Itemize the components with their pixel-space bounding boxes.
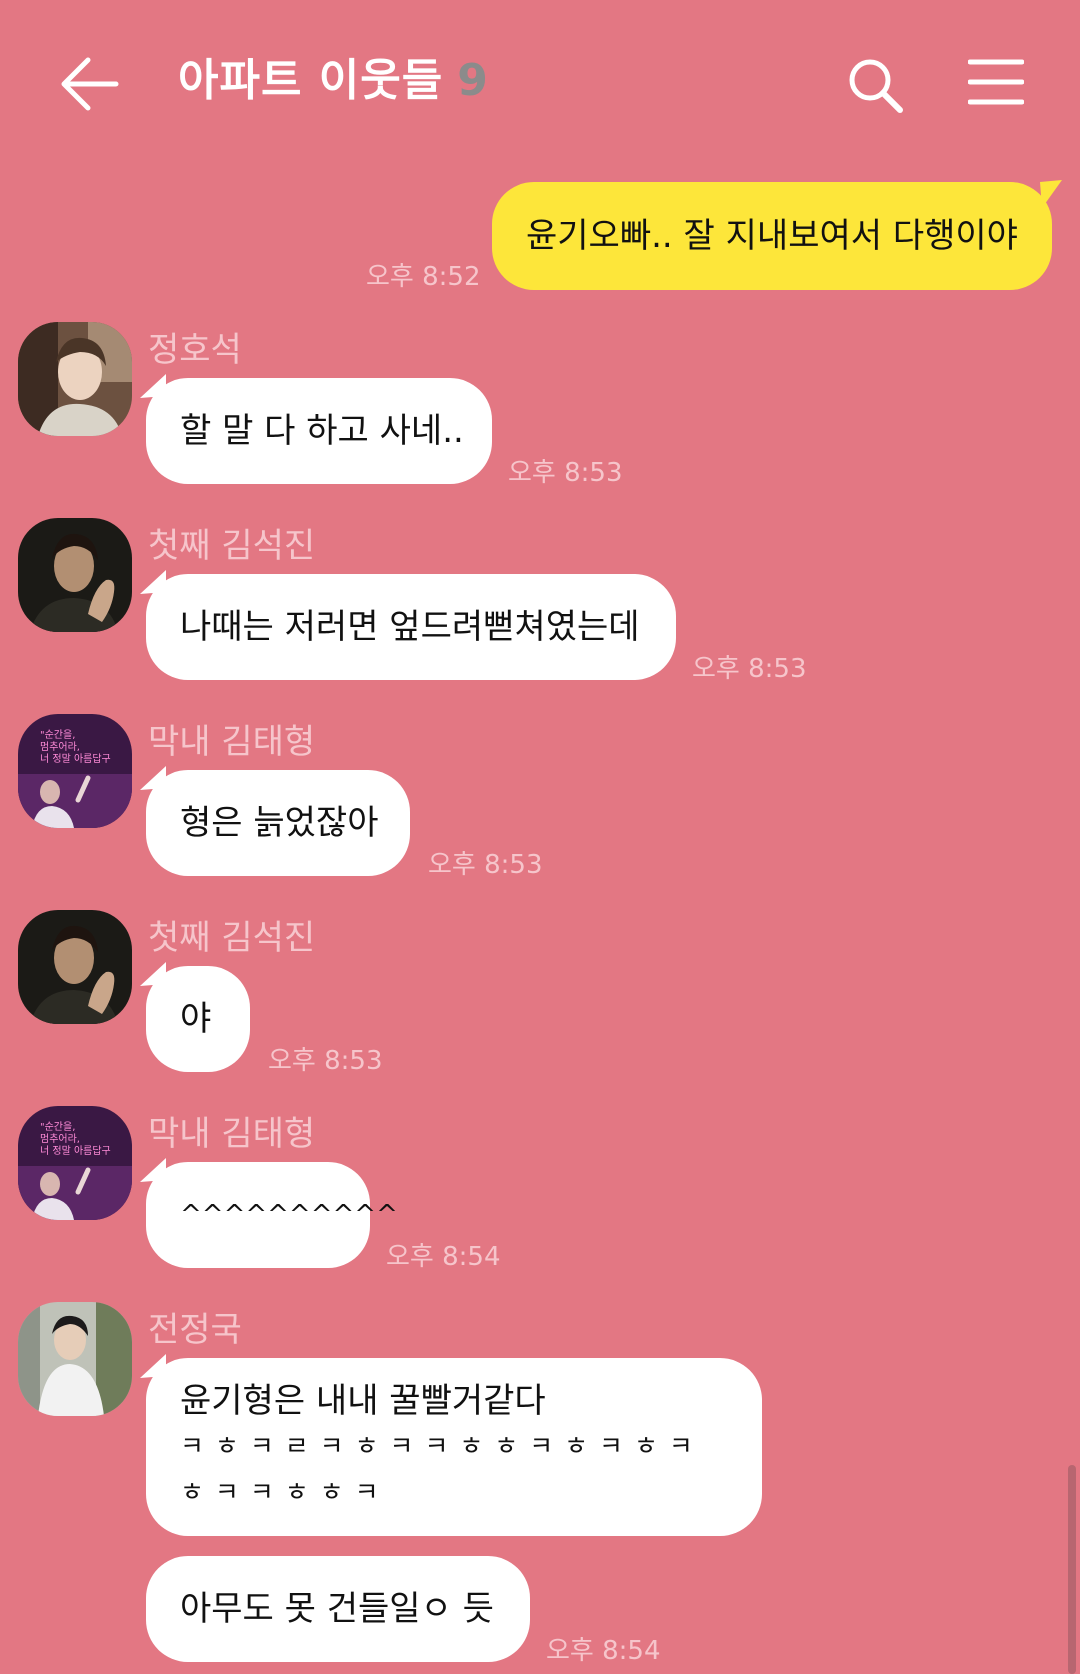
svg-text:멈추어라,: 멈추어라, (40, 1133, 80, 1145)
scrollbar[interactable] (1068, 1465, 1076, 1674)
chat-header: 아파트 이웃들 9 (0, 0, 1080, 170)
avatar-jungkook[interactable] (18, 1302, 132, 1416)
back-button[interactable] (58, 52, 120, 116)
message-bubble[interactable]: 할 말 다 하고 사네.. (146, 378, 492, 484)
message-text-line3: ㅎㅋㅋㅎㅎㅋ (180, 1478, 390, 1508)
message-text: 윤기형은 내내 꿀빨거같다 (180, 1381, 546, 1421)
sender-name: 전정국 (148, 1310, 242, 1350)
message-time: 오후 8:53 (428, 850, 543, 880)
message-text: 야 (180, 999, 212, 1039)
message-bubble[interactable]: 윤기형은 내내 꿀빨거같다 ㅋㅎㅋㄹㅋㅎㅋㅋㅎㅎㅋㅎㅋㅎㅋ ㅎㅋㅋㅎㅎㅋ (146, 1358, 762, 1536)
message-text: 아무도 못 건들일ㅇ 듯 (180, 1589, 494, 1629)
sender-name: 첫째 김석진 (148, 918, 316, 958)
my-message-bubble[interactable]: 윤기오빠.. 잘 지내보여서 다행이야 (492, 182, 1052, 290)
menu-button[interactable] (967, 56, 1025, 108)
svg-text:너 정말 아름답구: 너 정말 아름답구 (40, 753, 111, 765)
search-button[interactable] (846, 56, 906, 116)
message-time: 오후 8:53 (508, 458, 623, 488)
member-count: 9 (457, 55, 489, 106)
arrow-left-icon (61, 57, 119, 111)
message-text: 나때는 저러면 엎드려뻗쳐였는데 (180, 607, 640, 647)
avatar-seokjin[interactable] (18, 518, 132, 632)
chat-title: 아파트 이웃들 9 (178, 44, 489, 108)
sender-name: 막내 김태형 (148, 1114, 316, 1154)
message-time: 오후 8:53 (692, 654, 807, 684)
message-bubble[interactable]: 나때는 저러면 엎드려뻗쳐였는데 (146, 574, 676, 680)
message-time: 오후 8:53 (268, 1046, 383, 1076)
message-text: 형은 늙었잖아 (180, 803, 379, 843)
search-icon (849, 59, 903, 113)
svg-text:멈추어라,: 멈추어라, (40, 741, 80, 753)
avatar-taehyung[interactable]: "순간을, 멈추어라, 너 정말 아름답구 (18, 1106, 132, 1220)
message-bubble[interactable]: 형은 늙었잖아 (146, 770, 410, 876)
message-text: ^^^^^^^^^^ (180, 1200, 398, 1230)
sender-name: 막내 김태형 (148, 722, 316, 762)
message-time: 오후 8:54 (386, 1242, 501, 1272)
message-time: 오후 8:54 (546, 1636, 661, 1666)
avatar-hoseok[interactable] (18, 322, 132, 436)
message-text: 윤기오빠.. 잘 지내보여서 다행이야 (526, 216, 1018, 256)
avatar-seokjin[interactable] (18, 910, 132, 1024)
message-bubble[interactable]: ^^^^^^^^^^ (146, 1162, 398, 1268)
my-bubble-tail (1040, 180, 1062, 208)
svg-text:"순간을,: "순간을, (40, 729, 75, 741)
sender-name: 첫째 김석진 (148, 526, 316, 566)
message-text: 할 말 다 하고 사네.. (180, 411, 464, 451)
svg-text:"순간을,: "순간을, (40, 1121, 75, 1133)
message-time: 오후 8:52 (366, 262, 481, 292)
hamburger-menu-icon (967, 59, 1025, 105)
room-name: 아파트 이웃들 (178, 55, 444, 106)
message-bubble[interactable]: 야 (146, 966, 250, 1072)
sender-name: 정호석 (148, 330, 242, 370)
message-bubble[interactable]: 아무도 못 건들일ㅇ 듯 (146, 1556, 530, 1662)
svg-text:너 정말 아름답구: 너 정말 아름답구 (40, 1145, 111, 1157)
avatar-taehyung[interactable]: "순간을, 멈추어라, 너 정말 아름답구 (18, 714, 132, 828)
message-text-line2: ㅋㅎㅋㄹㅋㅎㅋㅋㅎㅎㅋㅎㅋㅎㅋ (180, 1432, 704, 1462)
